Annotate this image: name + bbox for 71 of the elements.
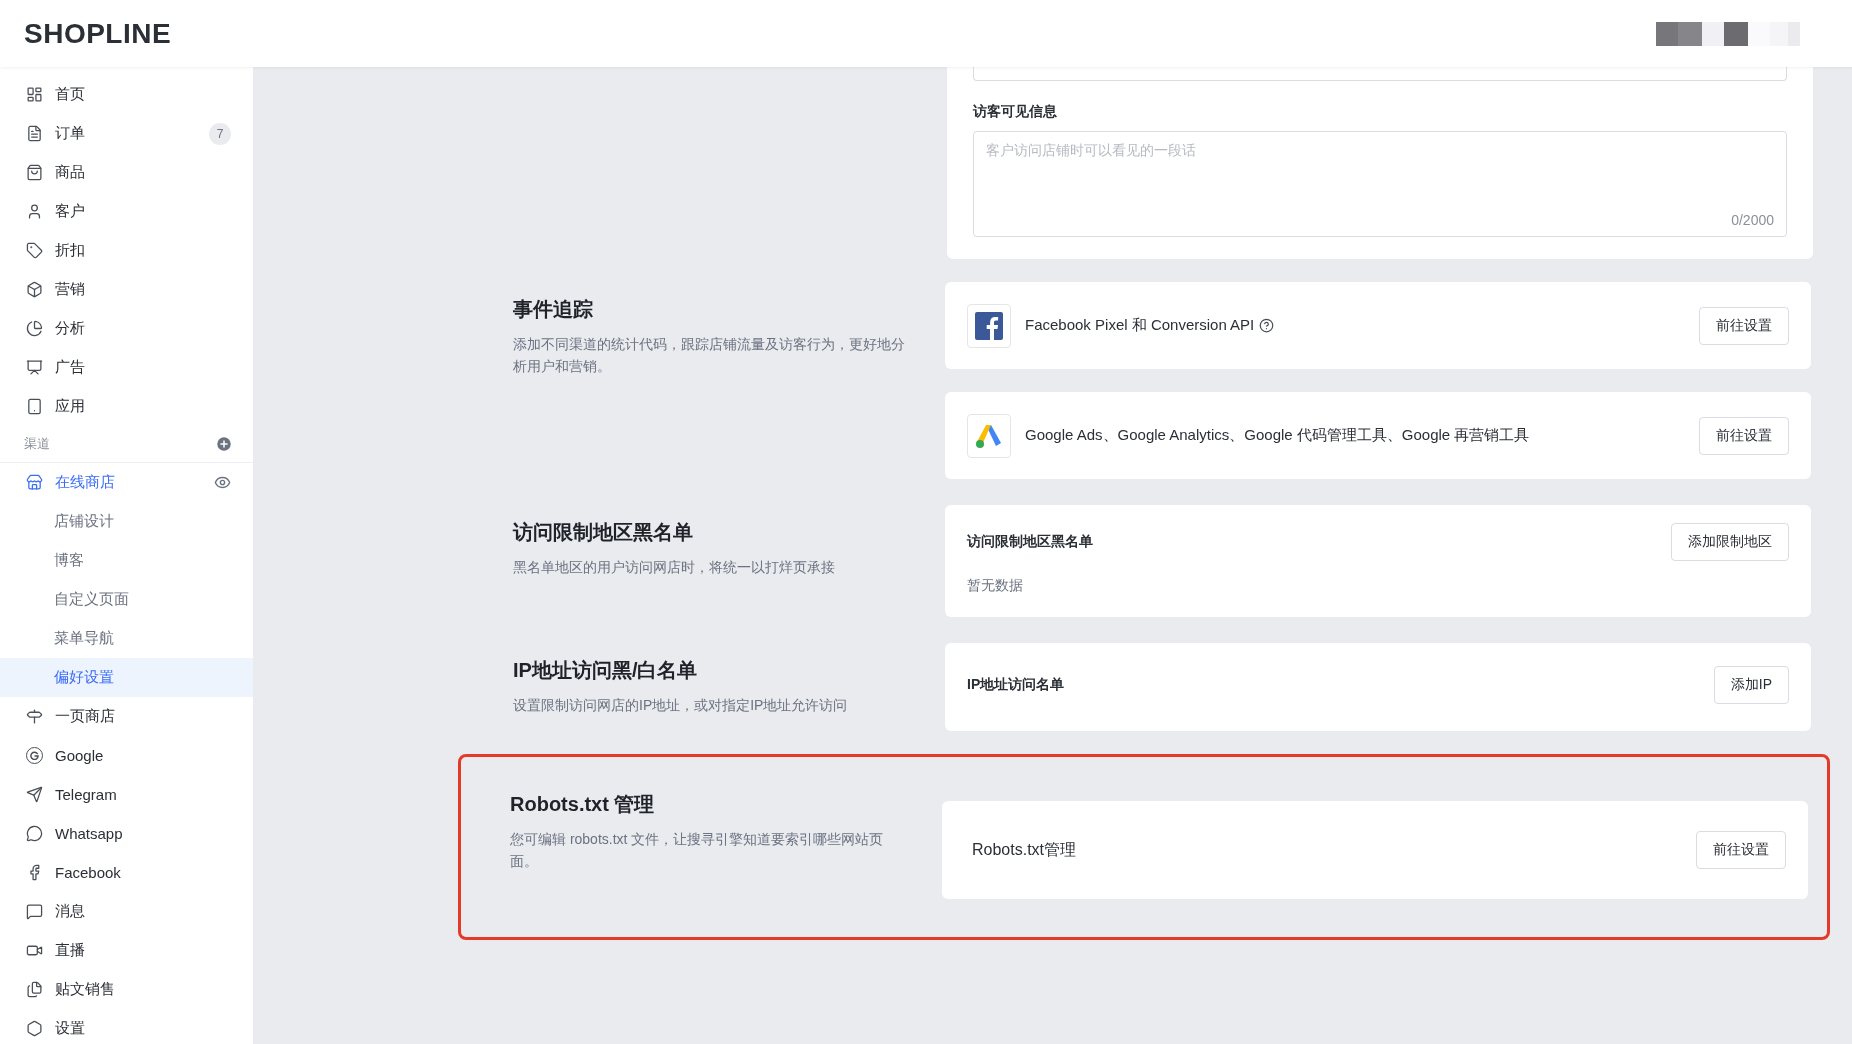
- person-icon: [26, 203, 43, 220]
- section-description: 添加不同渠道的统计代码，跟踪店铺流量及访客行为，更好地分析用户和营销。: [513, 335, 906, 376]
- sidebar-item[interactable]: Whatsapp: [0, 814, 253, 853]
- sidebar-item[interactable]: 客户: [0, 192, 253, 231]
- chat-bubble-icon: [26, 825, 43, 842]
- sidebar-item[interactable]: Facebook: [0, 853, 253, 892]
- sidebar-item[interactable]: 商品: [0, 153, 253, 192]
- setup-button[interactable]: 前往设置: [1699, 416, 1789, 455]
- list-title: IP地址访问名单: [967, 676, 1065, 694]
- character-counter: 0/2000: [1731, 212, 1774, 228]
- sidebar-item[interactable]: 广告: [0, 348, 253, 387]
- sidebar-item[interactable]: Telegram: [0, 775, 253, 814]
- setting-name: Robots.txt管理: [972, 839, 1077, 860]
- document-icon: [26, 125, 43, 142]
- send-icon: [26, 786, 43, 803]
- sidebar-item[interactable]: 订单 7: [0, 114, 253, 153]
- sidebar-item[interactable]: 分析: [0, 309, 253, 348]
- dashboard-icon: [26, 86, 43, 103]
- google-ads-logo-icon: [975, 422, 1003, 449]
- section-description: 黑名单地区的用户访问网店时，将统一以打烊页承接: [513, 558, 836, 577]
- add-icon[interactable]: [215, 435, 233, 453]
- sidebar-subitem[interactable]: 自定义页面: [0, 580, 253, 619]
- sidebar-subitem[interactable]: 店铺设计: [0, 502, 253, 541]
- empty-state-text: 暂无数据: [967, 577, 1024, 595]
- setup-button[interactable]: 前往设置: [1699, 306, 1789, 345]
- input-field[interactable]: [973, 67, 1787, 81]
- section-title: 事件追踪: [513, 297, 594, 322]
- count-badge: 7: [209, 122, 231, 145]
- sidebar-item[interactable]: 营销: [0, 270, 253, 309]
- integration-name: Google Ads、Google Analytics、Google 代码管理工具、Google 再营销工具: [1025, 426, 1530, 445]
- document-icon: [26, 981, 43, 998]
- cube-icon: [26, 281, 43, 298]
- store-icon: [26, 474, 43, 491]
- sidebar-item[interactable]: 折扣: [0, 231, 253, 270]
- field-label: 访客可见信息: [973, 103, 1058, 121]
- pixelated-account-area[interactable]: [1656, 21, 1800, 46]
- hexagon-icon: [26, 1020, 43, 1037]
- add-button[interactable]: 添加IP: [1713, 666, 1789, 704]
- section-heading: 渠道: [24, 435, 50, 453]
- signpost-icon: [26, 708, 43, 725]
- logo[interactable]: SHOPLINE: [24, 17, 172, 50]
- pie-chart-icon: [26, 320, 43, 337]
- section-title: Robots.txt 管理: [510, 792, 656, 817]
- section-description: 设置限制访问网店的IP地址，或对指定IP地址允许访问: [513, 696, 849, 715]
- sidebar-subitem[interactable]: 菜单导航: [0, 619, 253, 658]
- sidebar-item[interactable]: 首页: [0, 75, 253, 114]
- facebook-logo-icon: [975, 311, 1003, 340]
- section-title: 访问限制地区黑名单: [513, 520, 694, 545]
- sidebar-item[interactable]: 一页商店: [0, 697, 253, 736]
- sidebar-item[interactable]: 设置: [0, 1009, 253, 1044]
- add-button[interactable]: 添加限制地区: [1671, 523, 1789, 561]
- integration-name: Facebook Pixel 和 Conversion API: [1025, 316, 1255, 335]
- setup-button[interactable]: 前往设置: [1696, 831, 1786, 869]
- message-icon: [26, 903, 43, 920]
- shopping-bag-icon: [26, 164, 43, 181]
- sidebar-item[interactable]: 消息: [0, 892, 253, 931]
- list-title: 访问限制地区黑名单: [967, 533, 1093, 551]
- help-icon[interactable]: [1259, 318, 1275, 333]
- sidebar-item[interactable]: 直播: [0, 931, 253, 970]
- sidebar-subitem[interactable]: 博客: [0, 541, 253, 580]
- sidebar-item[interactable]: Google: [0, 736, 253, 775]
- sidebar-item[interactable]: 贴文销售: [0, 970, 253, 1009]
- tablet-icon: [26, 398, 43, 415]
- sidebar-item[interactable]: 在线商店: [0, 463, 253, 502]
- sidebar-item[interactable]: 应用: [0, 387, 253, 426]
- sidebar-subitem[interactable]: 偏好设置: [0, 658, 253, 697]
- section-description: 您可编辑 robots.txt 文件，让搜寻引擎知道要索引哪些网站页面。: [510, 830, 885, 871]
- visibility-icon[interactable]: [214, 474, 231, 491]
- presentation-board-icon: [26, 359, 43, 376]
- tag-icon: [26, 242, 43, 259]
- section-title: IP地址访问黑/白名单: [513, 658, 699, 683]
